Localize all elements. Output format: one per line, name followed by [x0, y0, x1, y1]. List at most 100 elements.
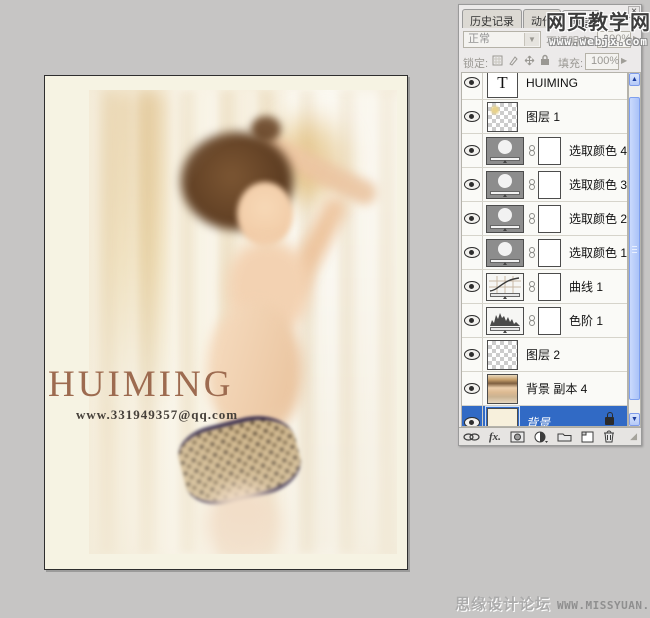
brand-block: HUIMING www.331949357@qq.com	[48, 366, 238, 423]
tab-history[interactable]: 历史记录	[462, 9, 522, 28]
layer-row-layer-2[interactable]: 图层 2	[462, 338, 627, 372]
new-group-icon[interactable]	[557, 431, 572, 442]
missyuan-watermark-url: WWW.MISSYUAN.COM	[557, 599, 650, 612]
curves-thumbnail[interactable]	[486, 273, 524, 301]
scroll-down-icon[interactable]: ▼	[629, 413, 640, 426]
layer-name[interactable]: 选取颜色 2	[569, 210, 627, 227]
levels-thumbnail[interactable]	[486, 307, 524, 335]
layer-mask-thumbnail[interactable]	[538, 205, 561, 233]
selective-color-thumbnail[interactable]	[486, 205, 524, 233]
layer-row-huiming[interactable]: T HUIMING	[462, 72, 627, 100]
selective-color-thumbnail[interactable]	[486, 171, 524, 199]
lock-paint-icon[interactable]	[508, 55, 519, 66]
close-icon[interactable]: ×	[628, 6, 640, 18]
layer-name[interactable]: 选取颜色 4	[569, 142, 627, 159]
blend-mode-select[interactable]: 正常 ▼	[463, 31, 541, 48]
layers-panel: × 历史记录 动作 图层 正常 ▼ 不透明度: 100% ▶ 锁定: 填充: 1…	[458, 4, 642, 446]
adjustment-slider-icon	[490, 191, 520, 195]
new-adjustment-layer-icon[interactable]	[534, 431, 548, 443]
layer-row-curves-1[interactable]: 曲线 1	[462, 270, 627, 304]
visibility-toggle[interactable]	[462, 168, 483, 201]
delete-layer-icon[interactable]	[603, 430, 615, 443]
fill-label: 填充:	[558, 55, 583, 71]
visibility-toggle[interactable]	[462, 134, 483, 167]
selective-color-thumbnail[interactable]	[486, 239, 524, 267]
adjustment-circle-icon	[498, 242, 512, 256]
visibility-toggle[interactable]	[462, 338, 483, 371]
layer-name[interactable]: 背景	[526, 414, 550, 427]
layer-mask-thumbnail[interactable]	[538, 273, 561, 301]
add-layer-mask-icon[interactable]	[510, 431, 525, 443]
adjustment-slider-icon	[490, 293, 520, 297]
fill-input[interactable]: 100%	[585, 53, 619, 70]
lock-all-icon[interactable]	[540, 54, 550, 66]
selective-color-thumbnail[interactable]	[486, 137, 524, 165]
photo-vignette	[89, 90, 397, 554]
visibility-toggle[interactable]	[462, 202, 483, 235]
layer-mask-thumbnail[interactable]	[538, 239, 561, 267]
opacity-slider-arrow-icon[interactable]: ▶	[633, 34, 639, 43]
mask-link-icon	[527, 247, 536, 258]
link-layers-icon[interactable]	[463, 432, 480, 442]
layer-name[interactable]: 图层 2	[526, 346, 560, 363]
lock-fill-row: 锁定: 填充: 100% ▶	[459, 52, 641, 72]
panel-resize-grip[interactable]: ◢	[630, 432, 637, 441]
lock-transparency-icon[interactable]	[492, 55, 503, 66]
layer-name[interactable]: 选取颜色 1	[569, 244, 627, 261]
brand-contact: www.331949357@qq.com	[76, 407, 238, 423]
tab-actions[interactable]: 动作	[523, 9, 561, 28]
layer-row-levels-1[interactable]: 色阶 1	[462, 304, 627, 338]
scroll-up-icon[interactable]: ▲	[629, 73, 640, 86]
layer-name[interactable]: 色阶 1	[569, 312, 603, 329]
document-canvas[interactable]: HUIMING www.331949357@qq.com	[44, 75, 408, 570]
layer-row-layer-1[interactable]: 图层 1	[462, 100, 627, 134]
adjustment-circle-icon	[498, 208, 512, 222]
eye-icon	[464, 349, 480, 360]
new-layer-icon[interactable]	[581, 431, 594, 443]
layer-mask-thumbnail[interactable]	[538, 307, 561, 335]
chevron-down-icon[interactable]: ▼	[524, 33, 539, 46]
missyuan-watermark: 思缘设计论坛 WWW.MISSYUAN.COM	[455, 593, 650, 614]
layer-thumbnail[interactable]	[487, 102, 518, 132]
eye-icon	[464, 213, 480, 224]
visibility-toggle[interactable]	[462, 100, 483, 133]
background-layer-thumbnail[interactable]	[487, 408, 518, 428]
visibility-toggle[interactable]	[462, 406, 483, 427]
photo-layer-thumbnail[interactable]	[487, 374, 518, 404]
adjustment-slider-icon	[490, 157, 520, 161]
layer-name[interactable]: HUIMING	[526, 76, 578, 90]
layer-row-background[interactable]: 背景	[462, 406, 627, 427]
layer-thumbnail[interactable]	[487, 340, 518, 370]
visibility-toggle[interactable]	[462, 304, 483, 337]
visibility-toggle[interactable]	[462, 270, 483, 303]
visibility-toggle[interactable]	[462, 72, 483, 99]
layer-mask-thumbnail[interactable]	[538, 137, 561, 165]
opacity-input[interactable]: 100%	[597, 31, 631, 48]
blend-opacity-row: 正常 ▼ 不透明度: 100% ▶	[459, 30, 641, 50]
layer-name[interactable]: 背景 副本 4	[526, 380, 587, 397]
panel-tabs: 历史记录 动作 图层	[462, 9, 601, 28]
layer-row-selective-color-2[interactable]: 选取颜色 2	[462, 202, 627, 236]
layer-row-selective-color-1[interactable]: 选取颜色 1	[462, 236, 627, 270]
layer-name[interactable]: 图层 1	[526, 108, 560, 125]
layer-row-selective-color-3[interactable]: 选取颜色 3	[462, 168, 627, 202]
visibility-toggle[interactable]	[462, 236, 483, 269]
fill-slider-arrow-icon[interactable]: ▶	[621, 56, 627, 65]
lock-position-icon[interactable]	[524, 55, 535, 66]
eye-icon	[464, 315, 480, 326]
visibility-toggle[interactable]	[462, 372, 483, 405]
layer-style-icon[interactable]: fx.	[489, 431, 501, 443]
text-layer-thumbnail[interactable]: T	[487, 72, 518, 98]
adjustment-circle-icon	[498, 174, 512, 188]
tab-layers[interactable]: 图层	[562, 10, 600, 29]
layer-row-bg-copy-4[interactable]: 背景 副本 4	[462, 372, 627, 406]
opacity-label: 不透明度:	[546, 33, 593, 49]
layer-row-selective-color-4[interactable]: 选取颜色 4	[462, 134, 627, 168]
layer-name[interactable]: 曲线 1	[569, 278, 603, 295]
layer-name[interactable]: 选取颜色 3	[569, 176, 627, 193]
adjustment-slider-icon	[490, 225, 520, 229]
layer-mask-thumbnail[interactable]	[538, 171, 561, 199]
scrollbar-thumb[interactable]	[629, 97, 640, 400]
missyuan-watermark-forum: 思缘设计论坛	[455, 593, 551, 614]
layers-scrollbar[interactable]: ▲ ▼	[628, 72, 641, 427]
